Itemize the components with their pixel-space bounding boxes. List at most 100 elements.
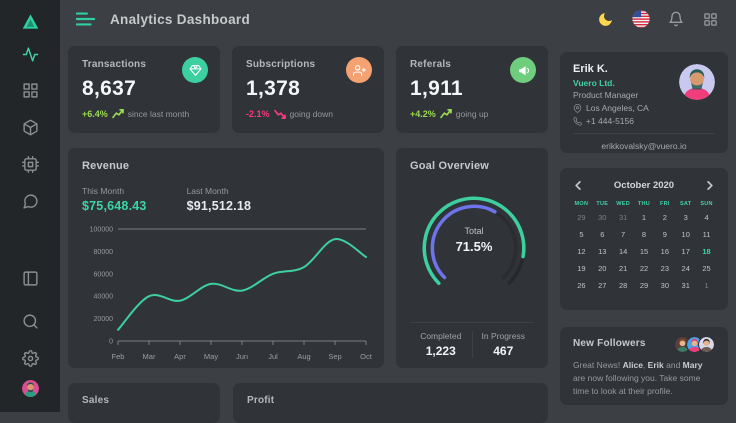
calendar-day[interactable]: 9 xyxy=(654,230,675,239)
calendar-weekday: MON xyxy=(571,201,592,207)
revenue-chart: 020000400006000080000100000FebMarAprMayJ… xyxy=(82,219,372,365)
calendar-day[interactable]: 26 xyxy=(571,281,592,290)
this-month-value: $75,648.43 xyxy=(82,199,147,213)
apps-grid-icon[interactable] xyxy=(701,10,720,29)
calendar-day[interactable]: 13 xyxy=(592,247,613,256)
gauge-center: Total 71.5% xyxy=(410,226,538,254)
phone-icon xyxy=(573,117,582,126)
sales-card: Sales xyxy=(68,383,220,423)
calendar-day[interactable]: 27 xyxy=(592,281,613,290)
sidebar-item-messages[interactable] xyxy=(20,191,40,211)
svg-text:80000: 80000 xyxy=(94,249,114,256)
calendar-day[interactable]: 16 xyxy=(654,247,675,256)
calendar-header: October 2020 xyxy=(571,178,717,192)
calendar-day[interactable]: 11 xyxy=(696,230,717,239)
calendar-day[interactable]: 5 xyxy=(571,230,592,239)
moon-icon[interactable] xyxy=(596,10,615,29)
cpu-icon xyxy=(22,156,39,173)
delta-note: going up xyxy=(456,109,489,119)
follower-avatar[interactable] xyxy=(698,336,715,353)
megaphone-icon xyxy=(510,57,536,83)
calendar-weekday: TUE xyxy=(592,201,613,207)
header: Analytics Dashboard xyxy=(60,0,736,38)
calendar-day[interactable]: 15 xyxy=(634,247,655,256)
calendar-day[interactable]: 29 xyxy=(634,281,655,290)
calendar-row: 19202122232425 xyxy=(571,260,717,277)
referals-card: Referals 1,911 +4.2% going up xyxy=(396,46,548,133)
followers-avatars xyxy=(679,336,715,353)
goal-title: Goal Overview xyxy=(410,160,534,172)
calendar-day[interactable]: 12 xyxy=(571,247,592,256)
svg-text:Apr: Apr xyxy=(174,352,186,361)
calendar-day[interactable]: 7 xyxy=(613,230,634,239)
sidebar-item-activity[interactable] xyxy=(20,44,40,64)
svg-text:Aug: Aug xyxy=(297,352,310,361)
calendar-day[interactable]: 25 xyxy=(696,264,717,273)
calendar-day[interactable]: 21 xyxy=(613,264,634,273)
revenue-title: Revenue xyxy=(82,160,370,172)
calendar-day[interactable]: 3 xyxy=(675,213,696,222)
us-flag-icon[interactable] xyxy=(631,10,650,29)
calendar-day[interactable]: 1 xyxy=(634,213,655,222)
calendar-day[interactable]: 30 xyxy=(592,213,613,222)
calendar-day[interactable]: 19 xyxy=(571,264,592,273)
sidebar-user-avatar[interactable] xyxy=(17,375,43,401)
menu-icon[interactable] xyxy=(76,11,96,27)
calendar-day[interactable]: 24 xyxy=(675,264,696,273)
followers-message: Great News! Alice, Erik and Mary are now… xyxy=(573,359,715,399)
sidebar-item-projects[interactable] xyxy=(20,117,40,137)
trend-up-icon xyxy=(440,109,452,119)
sidebar-item-panels[interactable] xyxy=(20,268,40,288)
in-progress-label: In Progress xyxy=(473,331,535,341)
chevron-left-icon[interactable] xyxy=(571,178,585,192)
message-text: Great News! xyxy=(573,360,623,370)
calendar-day[interactable]: 31 xyxy=(675,281,696,290)
follower-name: Mary xyxy=(683,360,703,370)
goal-gauge: Total 71.5% xyxy=(410,184,538,312)
gear-icon xyxy=(22,350,39,367)
calendar-day[interactable]: 2 xyxy=(654,213,675,222)
chevron-right-icon[interactable] xyxy=(703,178,717,192)
calendar-day[interactable]: 20 xyxy=(592,264,613,273)
this-month-label: This Month xyxy=(82,186,147,196)
sidebar-item-settings[interactable] xyxy=(20,348,40,368)
calendar-day[interactable]: 22 xyxy=(634,264,655,273)
calendar-day[interactable]: 23 xyxy=(654,264,675,273)
calendar-day[interactable]: 1 xyxy=(696,281,717,290)
calendar-day[interactable]: 8 xyxy=(634,230,655,239)
gauge-label: Total xyxy=(410,226,538,236)
calendar-day[interactable]: 30 xyxy=(654,281,675,290)
profile-email[interactable]: erikkovalsky@vuero.io xyxy=(573,141,715,151)
calendar-weekday: SUN xyxy=(696,201,717,207)
sidebar-item-search[interactable] xyxy=(20,311,40,331)
follower-name: Alice xyxy=(623,360,643,370)
calendar-day[interactable]: 18 xyxy=(696,247,717,256)
map-pin-icon xyxy=(573,104,582,113)
avatar xyxy=(22,380,39,397)
calendar-day[interactable]: 28 xyxy=(613,281,634,290)
calendar-day[interactable]: 29 xyxy=(571,213,592,222)
calendar-day[interactable]: 6 xyxy=(592,230,613,239)
app-logo[interactable] xyxy=(20,8,40,34)
sidebar-item-components[interactable] xyxy=(20,154,40,174)
sidebar-item-dashboards[interactable] xyxy=(20,80,40,100)
svg-text:Jun: Jun xyxy=(236,352,248,361)
gem-icon xyxy=(182,57,208,83)
profile-avatar[interactable] xyxy=(679,64,715,100)
delta-note: since last month xyxy=(128,109,189,119)
profile-card: Erik K. Vuero Ltd. Product Manager Los A… xyxy=(560,52,728,153)
goal-in-progress: In Progress 467 xyxy=(472,331,535,358)
stat-delta-row: -2.1% going down xyxy=(246,109,370,119)
svg-text:100000: 100000 xyxy=(90,227,113,234)
calendar-weekday: THU xyxy=(634,201,655,207)
calendar-day[interactable]: 4 xyxy=(696,213,717,222)
delta-value: +6.4% xyxy=(82,109,108,119)
in-progress-value: 467 xyxy=(473,344,535,358)
calendar-day[interactable]: 14 xyxy=(613,247,634,256)
panels-icon xyxy=(22,270,39,287)
bell-icon[interactable] xyxy=(666,10,685,29)
calendar-card: October 2020 MONTUEWEDTHUFRISATSUN 29303… xyxy=(560,168,728,310)
calendar-day[interactable]: 17 xyxy=(675,247,696,256)
calendar-day[interactable]: 10 xyxy=(675,230,696,239)
calendar-day[interactable]: 31 xyxy=(613,213,634,222)
